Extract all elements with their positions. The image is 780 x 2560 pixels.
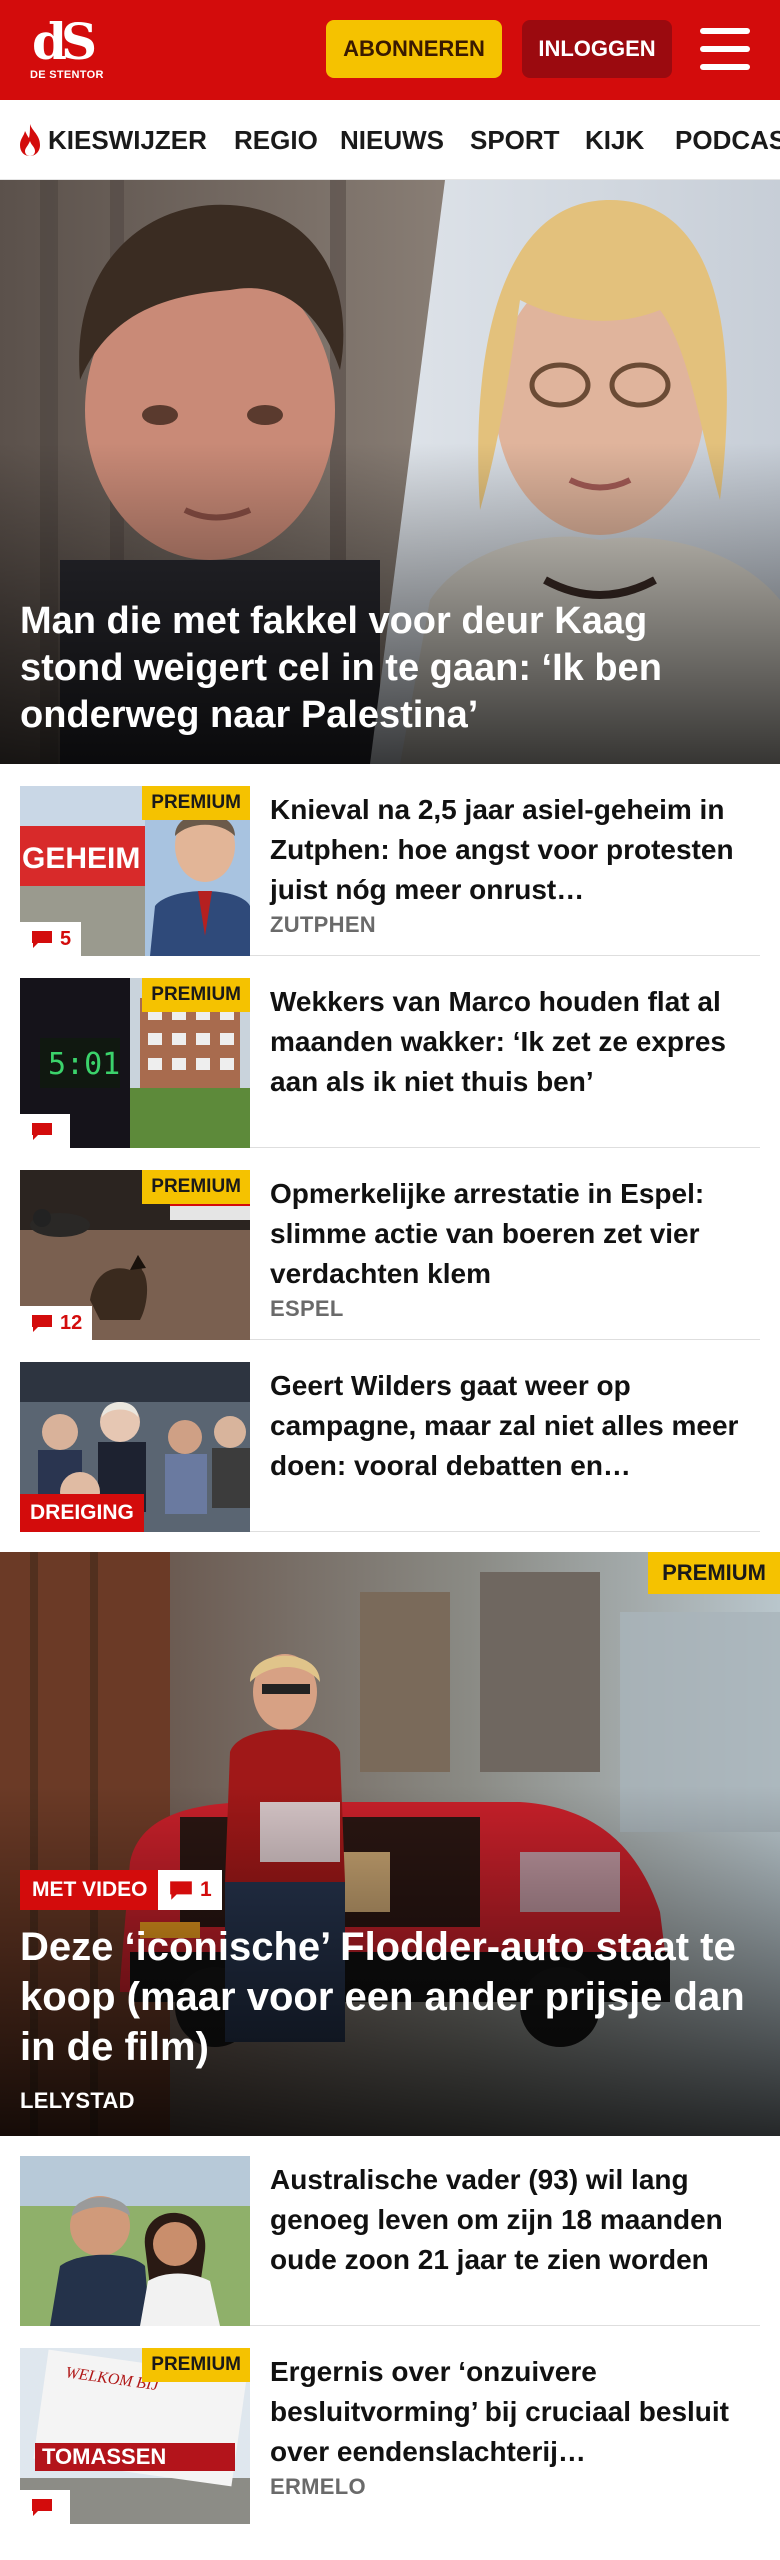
comment-icon — [32, 2499, 52, 2516]
premium-badge: PREMIUM — [142, 978, 250, 1012]
site-header: dS DE STENTOR ABONNEREN INLOGGEN — [0, 0, 780, 100]
svg-text:TOMASSEN: TOMASSEN — [42, 2444, 166, 2469]
premium-badge: PREMIUM — [142, 1170, 250, 1204]
hero-title[interactable]: Man die met fakkel voor deur Kaag stond … — [20, 598, 720, 739]
comment-icon — [32, 1123, 52, 1140]
article-location: ERMELO — [270, 2474, 366, 2499]
article-item[interactable]: Australische vader (93) wil lang genoeg … — [20, 2156, 760, 2326]
article-thumbnail — [20, 2156, 250, 2326]
premium-badge: PREMIUM — [142, 2348, 250, 2382]
comment-count-value: 1 — [200, 1878, 212, 1901]
article-item[interactable]: DREIGING Geert Wilders gaat weer op camp… — [20, 1362, 760, 1532]
hero-article[interactable]: Man die met fakkel voor deur Kaag stond … — [0, 180, 780, 764]
feature-location: LELYSTAD — [20, 2088, 135, 2113]
comment-icon — [32, 1315, 52, 1332]
comment-count-value: 5 — [60, 927, 72, 950]
nav-item-regio[interactable]: REGIO — [234, 100, 318, 179]
article-title[interactable]: Ergernis over ‘onzuivere besluitvorming’… — [270, 2352, 750, 2472]
comment-count[interactable]: 5 — [20, 922, 82, 956]
article-title[interactable]: Knieval na 2,5 jaar asiel-geheim in Zutp… — [270, 790, 750, 910]
logo-name: DE STENTOR — [30, 69, 104, 81]
login-button[interactable]: INLOGGEN — [522, 20, 672, 78]
premium-badge: PREMIUM — [648, 1552, 780, 1594]
article-title[interactable]: Opmerkelijke arrestatie in Espel: slimme… — [270, 1174, 750, 1294]
comment-count[interactable] — [20, 1114, 70, 1148]
comment-count[interactable]: 1 — [158, 1870, 222, 1910]
article-item[interactable]: 5:01 PREMIUM Wekkers van Marco houden fl… — [20, 978, 760, 1148]
nav-item-kieswijzer[interactable]: KIESWIJZER — [16, 100, 207, 179]
comment-count[interactable]: 12 — [20, 1306, 93, 1340]
article-title[interactable]: Australische vader (93) wil lang genoeg … — [270, 2160, 750, 2280]
feature-article[interactable]: PREMIUM MET VIDEO 1 Deze ‘iconische’ Flo… — [0, 1552, 780, 2136]
flame-icon — [20, 124, 40, 156]
article-thumbnail: GEHEIM PREMIUM 5 — [20, 786, 250, 956]
article-thumbnail: 5:01 PREMIUM — [20, 978, 250, 1148]
site-logo[interactable]: dS DE STENTOR — [28, 14, 118, 88]
article-title[interactable]: Wekkers van Marco houden flat al maanden… — [270, 982, 750, 1102]
main-nav: KIESWIJZER REGIO NIEUWS SPORT KIJK PODCA… — [0, 100, 780, 180]
logo-mark: dS — [32, 12, 97, 71]
subscribe-button[interactable]: ABONNEREN — [326, 20, 502, 78]
comment-icon — [32, 931, 52, 948]
video-badge: MET VIDEO — [20, 1870, 160, 1910]
comment-count[interactable] — [20, 2490, 70, 2524]
comment-icon — [170, 1881, 192, 1900]
article-tag: DREIGING — [20, 1494, 144, 1532]
nav-item-sport[interactable]: SPORT — [470, 100, 560, 179]
nav-item-nieuws[interactable]: NIEUWS — [340, 100, 444, 179]
article-item[interactable]: WELKOM BIJ TOMASSEN PREMIUM Ergernis ove… — [20, 2348, 760, 2524]
article-thumbnail: DREIGING — [20, 1362, 250, 1532]
article-thumbnail: WELKOM BIJ TOMASSEN PREMIUM — [20, 2348, 250, 2524]
nav-item-podcast[interactable]: PODCAS — [675, 100, 780, 179]
premium-badge: PREMIUM — [142, 786, 250, 820]
feature-title[interactable]: Deze ‘iconische’ Flodder-auto staat te k… — [20, 1922, 760, 2072]
menu-icon[interactable] — [700, 28, 750, 70]
article-location: ESPEL — [270, 1296, 344, 1321]
article-title[interactable]: Geert Wilders gaat weer op campagne, maa… — [270, 1366, 750, 1486]
nav-label: KIESWIJZER — [48, 124, 207, 155]
svg-text:5:01: 5:01 — [48, 1047, 120, 1082]
comment-count-value: 12 — [60, 1311, 83, 1334]
nav-item-kijk[interactable]: KIJK — [585, 100, 644, 179]
article-location: ZUTPHEN — [270, 912, 376, 937]
article-item[interactable]: GEHEIM PREMIUM 5 Knieval na 2,5 jaar asi… — [20, 786, 760, 956]
article-item[interactable]: PREMIUM 12 Opmerkelijke arrestatie in Es… — [20, 1170, 760, 1340]
article-thumbnail: PREMIUM 12 — [20, 1170, 250, 1340]
svg-text:GEHEIM: GEHEIM — [22, 842, 140, 875]
